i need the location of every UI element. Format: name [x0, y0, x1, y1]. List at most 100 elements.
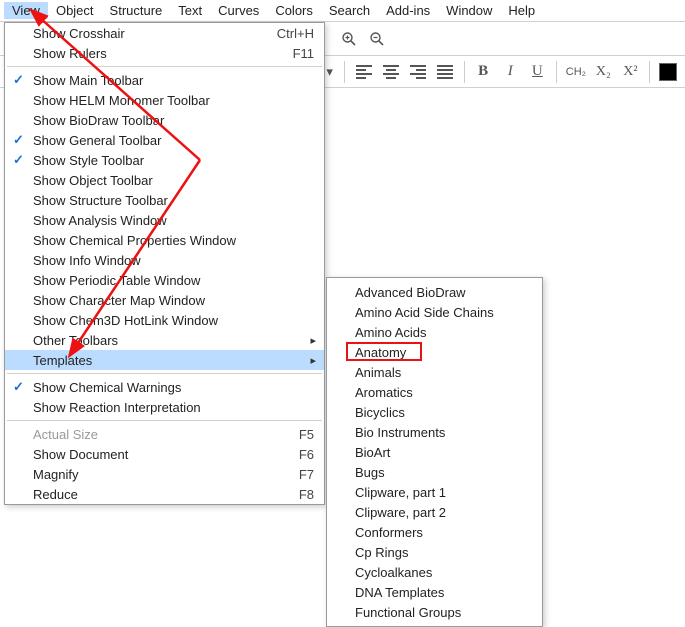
menu-item-show-chem3d-hotlink-window[interactable]: Show Chem3D HotLink Window — [5, 310, 324, 330]
submenu-item-advanced-biodraw[interactable]: Advanced BioDraw — [327, 282, 542, 302]
menu-colors[interactable]: Colors — [267, 2, 321, 19]
menu-item-label: Templates — [33, 353, 92, 368]
menu-item-label: Show Main Toolbar — [33, 73, 143, 88]
menu-item-shortcut: F5 — [299, 427, 314, 442]
submenu-item-dna-templates[interactable]: DNA Templates — [327, 582, 542, 602]
menu-item-label: Show Rulers — [33, 46, 107, 61]
menu-item-label: Show Periodic Table Window — [33, 273, 200, 288]
menu-item-show-chemical-warnings[interactable]: Show Chemical Warnings — [5, 377, 324, 397]
submenu-item-bugs[interactable]: Bugs — [327, 462, 542, 482]
formula-button[interactable]: CH₂ — [565, 61, 587, 83]
superscript-button[interactable]: X² — [620, 61, 641, 83]
menu-search[interactable]: Search — [321, 2, 378, 19]
menu-item-show-periodic-table-window[interactable]: Show Periodic Table Window — [5, 270, 324, 290]
view-menu-dropdown: Show Crosshair Ctrl+H Show Rulers F11 Show M… — [4, 22, 325, 505]
submenu-item-animals[interactable]: Animals — [327, 362, 542, 382]
menu-item-show-structure-toolbar[interactable]: Show Structure Toolbar — [5, 190, 324, 210]
separator — [556, 61, 557, 83]
separator — [649, 61, 650, 83]
menu-item-label: Reduce — [33, 487, 78, 502]
menu-view[interactable]: View — [4, 2, 48, 19]
submenu-item-bioart[interactable]: BioArt — [327, 442, 542, 462]
align-left-icon[interactable] — [353, 61, 374, 83]
menu-item-label: Show Info Window — [33, 253, 141, 268]
menu-help[interactable]: Help — [500, 2, 543, 19]
menu-window[interactable]: Window — [438, 2, 500, 19]
menu-curves[interactable]: Curves — [210, 2, 267, 19]
menu-item-show-character-map-window[interactable]: Show Character Map Window — [5, 290, 324, 310]
menu-separator — [7, 420, 322, 421]
menu-separator — [7, 66, 322, 67]
menu-item-show-helm-monomer-toolbar[interactable]: Show HELM Monomer Toolbar — [5, 90, 324, 110]
zoom-in-icon[interactable] — [338, 28, 360, 50]
menu-item-show-main-toolbar[interactable]: Show Main Toolbar — [5, 70, 324, 90]
menu-item-label: Show Crosshair — [33, 26, 125, 41]
menu-item-label: Show Document — [33, 447, 128, 462]
menu-item-label: Show Chem3D HotLink Window — [33, 313, 218, 328]
menu-item-shortcut: F11 — [293, 46, 314, 61]
menu-item-label: Show BioDraw Toolbar — [33, 113, 164, 128]
menu-item-actual-size: Actual Size F5 — [5, 424, 324, 444]
menu-item-label: Show General Toolbar — [33, 133, 161, 148]
menu-item-label: Magnify — [33, 467, 79, 482]
menu-item-label: Show Object Toolbar — [33, 173, 153, 188]
menu-item-label: Show Style Toolbar — [33, 153, 144, 168]
menu-item-show-biodraw-toolbar[interactable]: Show BioDraw Toolbar — [5, 110, 324, 130]
italic-button[interactable]: I — [500, 61, 521, 83]
menu-item-other-toolbars[interactable]: Other Toolbars — [5, 330, 324, 350]
menu-item-label: Show Character Map Window — [33, 293, 205, 308]
zoom-out-icon[interactable] — [366, 28, 388, 50]
annotation-box-anatomy — [346, 342, 422, 361]
submenu-item-cp-rings[interactable]: Cp Rings — [327, 542, 542, 562]
separator — [464, 61, 465, 83]
menu-item-show-document[interactable]: Show DocumentF6 — [5, 444, 324, 464]
menu-item-label: Show Reaction Interpretation — [33, 400, 201, 415]
menu-item-label: Actual Size — [33, 427, 98, 442]
menu-item-label: Other Toolbars — [33, 333, 118, 348]
menu-item-show-style-toolbar[interactable]: Show Style Toolbar — [5, 150, 324, 170]
separator — [344, 61, 345, 83]
submenu-item-amino-acids[interactable]: Amino Acids — [327, 322, 542, 342]
menu-item-show-crosshair[interactable]: Show Crosshair Ctrl+H — [5, 23, 324, 43]
menu-item-templates[interactable]: Templates — [5, 350, 324, 370]
submenu-item-bio-instruments[interactable]: Bio Instruments — [327, 422, 542, 442]
submenu-item-amino-acid-side-chains[interactable]: Amino Acid Side Chains — [327, 302, 542, 322]
subscript-button[interactable]: X₂ — [593, 61, 614, 83]
menu-item-shortcut: Ctrl+H — [277, 26, 314, 41]
menu-item-shortcut: F7 — [299, 467, 314, 482]
menu-item-show-chemical-properties-window[interactable]: Show Chemical Properties Window — [5, 230, 324, 250]
submenu-item-cycloalkanes[interactable]: Cycloalkanes — [327, 562, 542, 582]
menubar: ViewObjectStructureTextCurvesColorsSearc… — [0, 0, 685, 22]
align-right-icon[interactable] — [408, 61, 429, 83]
menu-item-shortcut: F8 — [299, 487, 314, 502]
submenu-item-bicyclics[interactable]: Bicyclics — [327, 402, 542, 422]
menu-text[interactable]: Text — [170, 2, 210, 19]
menu-item-label: Show HELM Monomer Toolbar — [33, 93, 210, 108]
submenu-item-conformers[interactable]: Conformers — [327, 522, 542, 542]
submenu-item-clipware-part-1[interactable]: Clipware, part 1 — [327, 482, 542, 502]
submenu-item-functional-groups[interactable]: Functional Groups — [327, 602, 542, 622]
menu-item-label: Show Chemical Warnings — [33, 380, 181, 395]
menu-add-ins[interactable]: Add-ins — [378, 2, 438, 19]
menu-item-magnify[interactable]: Magnify F7 — [5, 464, 324, 484]
menu-item-show-reaction-interpretation[interactable]: Show Reaction Interpretation — [5, 397, 324, 417]
menu-separator — [7, 373, 322, 374]
submenu-item-clipware-part-2[interactable]: Clipware, part 2 — [327, 502, 542, 522]
bold-button[interactable]: B — [473, 61, 494, 83]
menu-item-reduce[interactable]: Reduce F8 — [5, 484, 324, 504]
menu-structure[interactable]: Structure — [102, 2, 171, 19]
align-justify-icon[interactable] — [435, 61, 456, 83]
menu-item-label: Show Chemical Properties Window — [33, 233, 236, 248]
menu-item-show-rulers[interactable]: Show Rulers F11 — [5, 43, 324, 63]
color-swatch[interactable] — [658, 61, 679, 83]
menu-item-show-info-window[interactable]: Show Info Window — [5, 250, 324, 270]
align-center-icon[interactable] — [380, 61, 401, 83]
menu-item-show-general-toolbar[interactable]: Show General Toolbar — [5, 130, 324, 150]
menu-item-show-analysis-window[interactable]: Show Analysis Window — [5, 210, 324, 230]
menu-object[interactable]: Object — [48, 2, 102, 19]
underline-button[interactable]: U — [527, 61, 548, 83]
menu-item-show-object-toolbar[interactable]: Show Object Toolbar — [5, 170, 324, 190]
menu-item-label: Show Analysis Window — [33, 213, 167, 228]
menu-item-label: Show Structure Toolbar — [33, 193, 168, 208]
submenu-item-aromatics[interactable]: Aromatics — [327, 382, 542, 402]
